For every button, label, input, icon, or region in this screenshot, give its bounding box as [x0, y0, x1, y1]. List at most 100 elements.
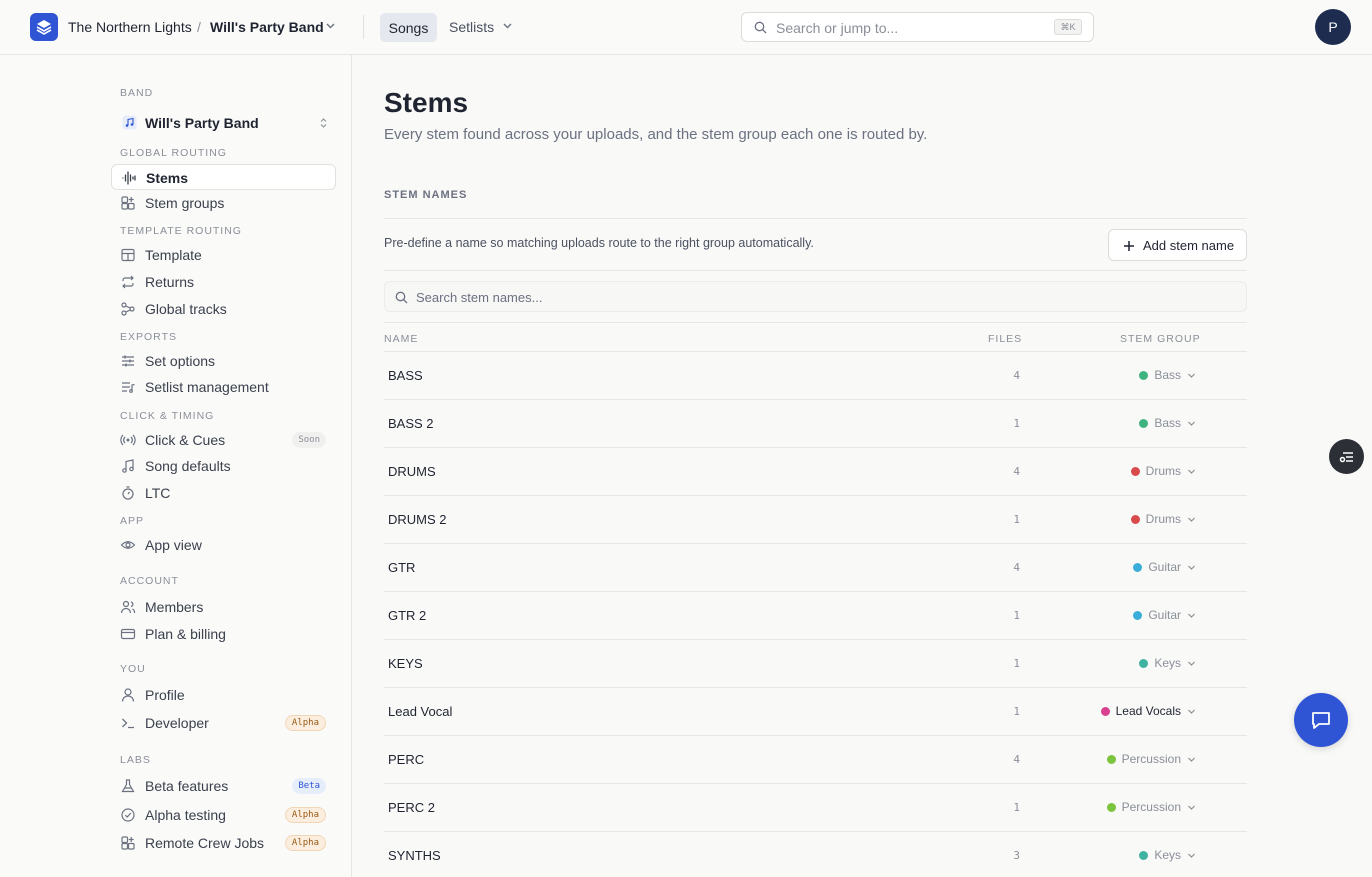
tab-setlists[interactable]: Setlists — [449, 19, 494, 35]
avatar[interactable]: P — [1315, 9, 1351, 45]
floating-notes-button[interactable] — [1329, 439, 1364, 474]
file-count: 4 — [1013, 465, 1020, 478]
search-icon — [754, 21, 767, 34]
stem-name: SYNTHS — [388, 848, 441, 863]
add-stem-name-button[interactable]: Add stem name — [1108, 229, 1247, 261]
sidebar-item-global-tracks[interactable]: Global tracks — [111, 296, 336, 322]
sidebar: BAND Will's Party Band GLOBAL ROUTING St… — [0, 55, 352, 877]
chat-support-button[interactable] — [1294, 693, 1348, 747]
table-row[interactable]: GTR 4 Guitar — [384, 543, 1247, 591]
chevron-down-icon — [1188, 565, 1195, 570]
column-header-name[interactable]: NAME — [384, 333, 418, 345]
table-row[interactable]: BASS 4 Bass — [384, 351, 1247, 399]
sidebar-item-plan-billing[interactable]: Plan & billing — [111, 621, 336, 647]
help-text: Pre-define a name so matching uploads ro… — [384, 236, 814, 250]
stem-group-select[interactable]: Percussion — [1106, 800, 1196, 814]
group-color-dot — [1139, 658, 1149, 668]
sidebar-item-developer[interactable]: Developer Alpha — [111, 710, 336, 736]
sidebar-item-members[interactable]: Members — [111, 594, 336, 620]
band-menu-chevron-down-icon[interactable] — [325, 20, 336, 31]
table-row[interactable]: PERC 2 1 Percussion — [384, 783, 1247, 831]
sidebar-item-label: Global tracks — [145, 301, 227, 317]
stem-group-label: Percussion — [1121, 800, 1181, 814]
file-count: 1 — [1013, 417, 1020, 430]
table-row[interactable]: KEYS 1 Keys — [384, 639, 1247, 687]
stem-search-placeholder: Search stem names... — [416, 290, 543, 305]
breadcrumb-org[interactable]: The Northern Lights — [68, 19, 192, 35]
list-music-icon — [122, 382, 135, 393]
sidebar-item-song-defaults[interactable]: Song defaults — [111, 453, 336, 479]
stem-group-select[interactable]: Keys — [1139, 848, 1196, 862]
section-title: STEM NAMES — [384, 189, 468, 201]
table-row[interactable]: GTR 2 1 Guitar — [384, 591, 1247, 639]
band-switcher[interactable]: Will's Party Band — [120, 114, 332, 132]
group-color-dot — [1130, 514, 1140, 524]
table-row[interactable]: SYNTHS 3 Keys — [384, 831, 1247, 877]
chevron-down-icon — [1188, 421, 1195, 426]
stem-name: GTR 2 — [388, 608, 427, 623]
stem-group-select[interactable]: Guitar — [1133, 560, 1196, 574]
section-account: ACCOUNT — [120, 575, 179, 587]
file-count: 3 — [1013, 849, 1020, 862]
stem-group-select[interactable]: Keys — [1139, 656, 1196, 670]
breadcrumb-band[interactable]: Will's Party Band — [210, 19, 324, 35]
sidebar-item-beta-features[interactable]: Beta features Beta — [111, 773, 336, 799]
terminal-icon — [122, 718, 134, 729]
column-header-stem-group[interactable]: STEM GROUP — [1120, 333, 1201, 345]
table-row[interactable]: DRUMS 4 Drums — [384, 447, 1247, 495]
column-header-files[interactable]: FILES — [988, 333, 1022, 345]
repeat-icon — [122, 275, 134, 289]
stem-group-label: Lead Vocals — [1115, 704, 1181, 718]
section-global-routing: GLOBAL ROUTING — [120, 147, 227, 159]
file-count: 1 — [1013, 705, 1020, 718]
stem-group-label: Keys — [1154, 656, 1181, 670]
chevron-down-icon — [1188, 853, 1195, 858]
stem-group-select[interactable]: Guitar — [1133, 608, 1196, 622]
sidebar-item-label: Profile — [145, 687, 185, 703]
beta-badge: Beta — [292, 778, 326, 794]
tab-songs[interactable]: Songs — [380, 13, 437, 42]
stem-group-select[interactable]: Bass — [1139, 368, 1196, 382]
sidebar-item-alpha-testing[interactable]: Alpha testing Alpha — [111, 802, 336, 828]
table-row[interactable]: PERC 4 Percussion — [384, 735, 1247, 783]
stem-group-label: Bass — [1154, 416, 1181, 430]
stem-group-select[interactable]: Drums — [1130, 512, 1196, 526]
stem-search-input[interactable]: Search stem names... — [384, 281, 1247, 312]
search-icon — [395, 291, 408, 304]
group-color-dot — [1139, 850, 1149, 860]
table-row[interactable]: Lead Vocal 1 Lead Vocals — [384, 687, 1247, 735]
sidebar-item-app-view[interactable]: App view — [111, 532, 336, 558]
chevron-down-icon — [1188, 373, 1195, 378]
setlists-chevron-down-icon[interactable] — [502, 20, 513, 31]
sidebar-item-profile[interactable]: Profile — [111, 682, 336, 708]
file-count: 1 — [1013, 801, 1020, 814]
stem-group-select[interactable]: Drums — [1130, 464, 1196, 478]
table-row[interactable]: DRUMS 2 1 Drums — [384, 495, 1247, 543]
sidebar-item-set-options[interactable]: Set options — [111, 348, 336, 374]
sidebar-item-stem-groups[interactable]: Stem groups — [111, 190, 336, 216]
sidebar-item-remote-crew-jobs[interactable]: Remote Crew Jobs Alpha — [111, 830, 336, 856]
global-search-input[interactable]: Search or jump to... ⌘K — [741, 12, 1094, 42]
sidebar-item-setlist-management[interactable]: Setlist management — [111, 374, 336, 400]
alpha-badge: Alpha — [284, 715, 326, 731]
chevrons-up-down-icon — [320, 118, 327, 128]
sidebar-item-label: App view — [145, 537, 202, 553]
file-count: 4 — [1013, 561, 1020, 574]
alpha-badge: Alpha — [284, 835, 326, 851]
sidebar-item-stems[interactable]: Stems — [111, 164, 336, 190]
sidebar-item-label: Members — [145, 599, 204, 615]
sidebar-item-ltc[interactable]: LTC — [111, 480, 336, 506]
stem-group-select[interactable]: Lead Vocals — [1100, 704, 1196, 718]
table-row[interactable]: BASS 2 1 Bass — [384, 399, 1247, 447]
file-count: 1 — [1013, 657, 1020, 670]
sidebar-item-template[interactable]: Template — [111, 242, 336, 268]
stem-name: BASS 2 — [388, 416, 434, 431]
app-logo[interactable] — [30, 13, 58, 41]
add-stem-name-label: Add stem name — [1143, 238, 1235, 253]
group-color-dot — [1130, 466, 1140, 476]
sidebar-item-click-cues[interactable]: Click & Cues Soon — [111, 427, 336, 453]
sidebar-item-returns[interactable]: Returns — [111, 269, 336, 295]
divider — [363, 15, 364, 39]
stem-group-select[interactable]: Percussion — [1106, 752, 1196, 766]
stem-group-select[interactable]: Bass — [1139, 416, 1196, 430]
